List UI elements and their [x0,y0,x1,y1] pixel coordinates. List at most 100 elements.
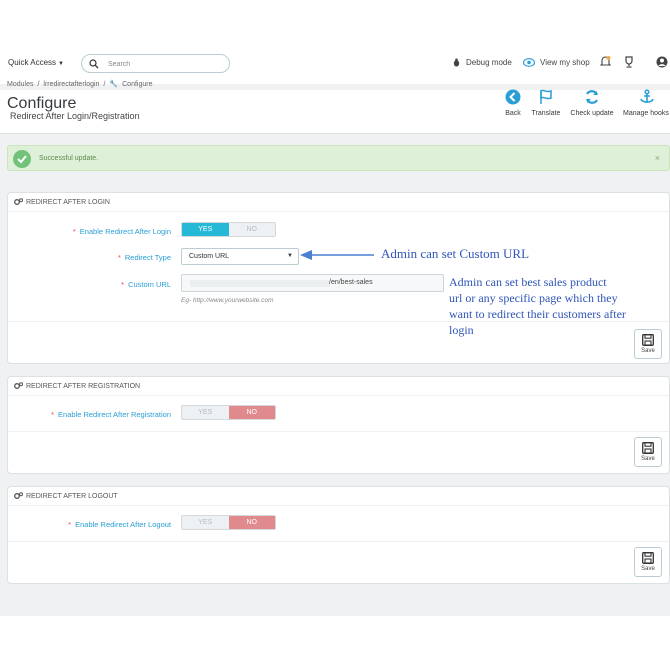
label-text: Enable Redirect After Registration [58,410,171,419]
view-my-shop-link[interactable]: View my shop [523,58,590,67]
custom-url-label: * Custom URL [121,280,171,289]
switch-no[interactable]: NO [228,406,275,419]
quick-access-menu[interactable]: Quick Access ▼ [8,58,64,67]
search-icon [89,59,99,69]
switch-no[interactable]: NO [228,516,275,529]
back-label: Back [505,110,521,117]
trophy-icon [625,56,633,68]
translate-label: Translate [531,110,561,117]
panel-redirect-after-registration: REDIRECT AFTER REGISTRATION * Enable Redi… [7,376,670,474]
annotation-line: login [449,323,474,337]
check-circle-icon [13,150,31,168]
redirect-type-select[interactable]: Custom URL ▼ [181,248,299,265]
anchor-icon [640,89,654,103]
caret-down-icon: ▼ [58,61,64,67]
enable-redirect-logout-label: * Enable Redirect After Logout [68,520,171,529]
notifications-button[interactable] [600,56,616,68]
debug-mode-label: Debug mode [466,58,512,67]
switch-yes[interactable]: YES [182,223,229,236]
close-alert-button[interactable]: × [655,153,660,163]
page-subtitle: Redirect After Login/Registration [10,111,140,121]
panel-title-label: REDIRECT AFTER LOGIN [26,198,110,206]
translate-button[interactable]: Translate [528,88,564,117]
user-icon [656,56,668,68]
breadcrumb-separator: / [103,81,106,88]
success-alert: Successful update. × [7,145,670,171]
manage-hooks-button[interactable]: Manage hooks [621,88,670,117]
annotation-line: url or any specific page which they [449,291,618,305]
panel-redirect-after-logout: REDIRECT AFTER LOGOUT * Enable Redirect A… [7,486,670,584]
breadcrumb-separator: / [37,81,40,88]
alert-message: Successful update. [39,155,99,162]
enable-redirect-registration-switch[interactable]: YES NO [181,405,276,420]
enable-redirect-logout-switch[interactable]: YES NO [181,515,276,530]
annotation-line: Admin can set best sales product [449,275,607,289]
cogs-icon [14,198,23,205]
wrench-icon: 🔧 [109,81,119,88]
search-input[interactable] [108,58,218,70]
redacted-url [190,280,330,287]
panel-title: REDIRECT AFTER LOGIN [14,198,110,206]
bell-icon [600,56,611,66]
breadcrumb: Modules / lrredirectafterlogin / 🔧 Configure [7,80,156,88]
switch-yes[interactable]: YES [182,406,229,419]
caret-down-icon: ▼ [287,253,293,259]
save-button[interactable]: Save [634,547,662,577]
floppy-disk-icon [642,442,654,454]
divider [8,505,669,506]
enable-redirect-login-switch[interactable]: YES NO [181,222,276,237]
panel-title-label: REDIRECT AFTER LOGOUT [26,492,118,500]
cogs-icon [14,382,23,389]
cogs-icon [14,492,23,499]
floppy-disk-icon [642,552,654,564]
panel-title: REDIRECT AFTER REGISTRATION [14,382,140,390]
save-button[interactable]: Save [634,329,662,359]
divider [8,541,669,542]
enable-redirect-registration-label: * Enable Redirect After Registration [51,410,171,419]
search-box[interactable] [81,54,230,73]
bug-icon [453,58,460,67]
save-label: Save [641,456,655,462]
breadcrumb-configure: Configure [122,81,153,88]
custom-url-input[interactable]: /en/best-sales [181,274,444,292]
redirect-type-label: * Redirect Type [117,253,171,262]
enable-redirect-login-label: * Enable Redirect After Login [72,227,171,236]
breadcrumb-module[interactable]: lrredirectafterlogin [43,81,99,88]
manage-hooks-label: Manage hooks [623,110,669,117]
eye-icon [523,58,535,67]
floppy-disk-icon [642,334,654,346]
divider [8,431,669,432]
divider [8,211,669,212]
custom-url-value: /en/best-sales [329,279,373,286]
check-update-button[interactable]: Check update [567,88,617,117]
flag-icon [540,89,552,104]
switch-yes[interactable]: YES [182,516,229,529]
back-button[interactable]: Back [501,88,525,117]
annotation-line: want to redirect their customers after [449,307,626,321]
select-value: Custom URL [189,253,230,260]
account-button[interactable] [656,56,670,68]
refresh-icon [585,90,599,104]
divider [8,395,669,396]
save-label: Save [641,348,655,354]
label-text: Redirect Type [124,253,171,262]
save-label: Save [641,566,655,572]
check-update-label: Check update [570,110,614,117]
debug-mode-link[interactable]: Debug mode [452,58,512,67]
label-text: Enable Redirect After Login [79,227,171,236]
annotation-arrow [300,250,374,260]
save-button[interactable]: Save [634,437,662,467]
annotation-best-sales: Admin can set best sales product url or … [449,274,626,338]
custom-url-hint: Eg- http://www.yourwebsite.com [181,297,274,304]
panel-title-label: REDIRECT AFTER REGISTRATION [26,382,141,390]
label-text: Custom URL [128,280,171,289]
trophy-button[interactable] [623,56,640,68]
switch-no[interactable]: NO [229,223,276,236]
panel-title: REDIRECT AFTER LOGOUT [14,492,118,500]
annotation-custom-url: Admin can set Custom URL [381,246,530,261]
breadcrumb-modules[interactable]: Modules [7,81,33,88]
label-text: Enable Redirect After Logout [75,520,171,529]
quick-access-label: Quick Access [8,58,57,67]
view-my-shop-label: View my shop [540,58,590,67]
back-arrow-icon [505,89,521,105]
